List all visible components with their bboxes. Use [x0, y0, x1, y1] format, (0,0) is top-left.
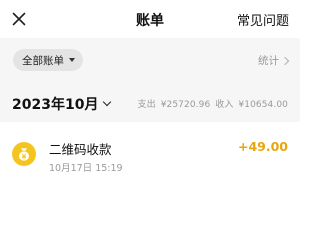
expense-value: ¥25720.96	[160, 100, 211, 110]
expense-label: 支出	[137, 100, 156, 110]
close-button[interactable]	[10, 10, 28, 28]
transaction-time: 10月17日 15:19	[49, 163, 123, 174]
bill-screen: 账单 常见问题 全部账单 统计 2023年10月 支出 ¥25720.96 收入…	[0, 0, 300, 200]
month-label: 2023年10月	[12, 97, 99, 113]
chevron-down-icon	[103, 97, 112, 107]
income-label: 收入	[215, 100, 234, 110]
money-bag-icon	[12, 142, 36, 166]
stats-label: 统计	[258, 55, 279, 67]
list-item[interactable]: 二维码收款 10月17日 15:19 +49.00	[0, 122, 300, 182]
faq-link[interactable]: 常见问题	[237, 10, 289, 29]
month-summary-bar: 2023年10月 支出 ¥25720.96 收入 ¥10654.00	[0, 82, 300, 122]
bill-filter-label: 全部账单	[22, 54, 64, 67]
caret-down-icon	[69, 58, 75, 62]
bill-filter-dropdown[interactable]: 全部账单	[13, 49, 83, 71]
transaction-title: 二维码收款	[49, 142, 112, 157]
month-totals: 支出 ¥25720.96 收入 ¥10654.00	[136, 97, 288, 110]
close-icon	[12, 12, 26, 26]
top-bar: 账单 常见问题	[0, 0, 300, 38]
income-value: ¥10654.00	[238, 100, 288, 110]
chevron-right-icon	[280, 56, 290, 65]
filter-bar: 全部账单 统计	[0, 38, 300, 82]
stats-link[interactable]: 统计	[258, 53, 290, 68]
transaction-amount: +49.00	[237, 139, 288, 154]
month-picker[interactable]: 2023年10月	[12, 94, 112, 114]
